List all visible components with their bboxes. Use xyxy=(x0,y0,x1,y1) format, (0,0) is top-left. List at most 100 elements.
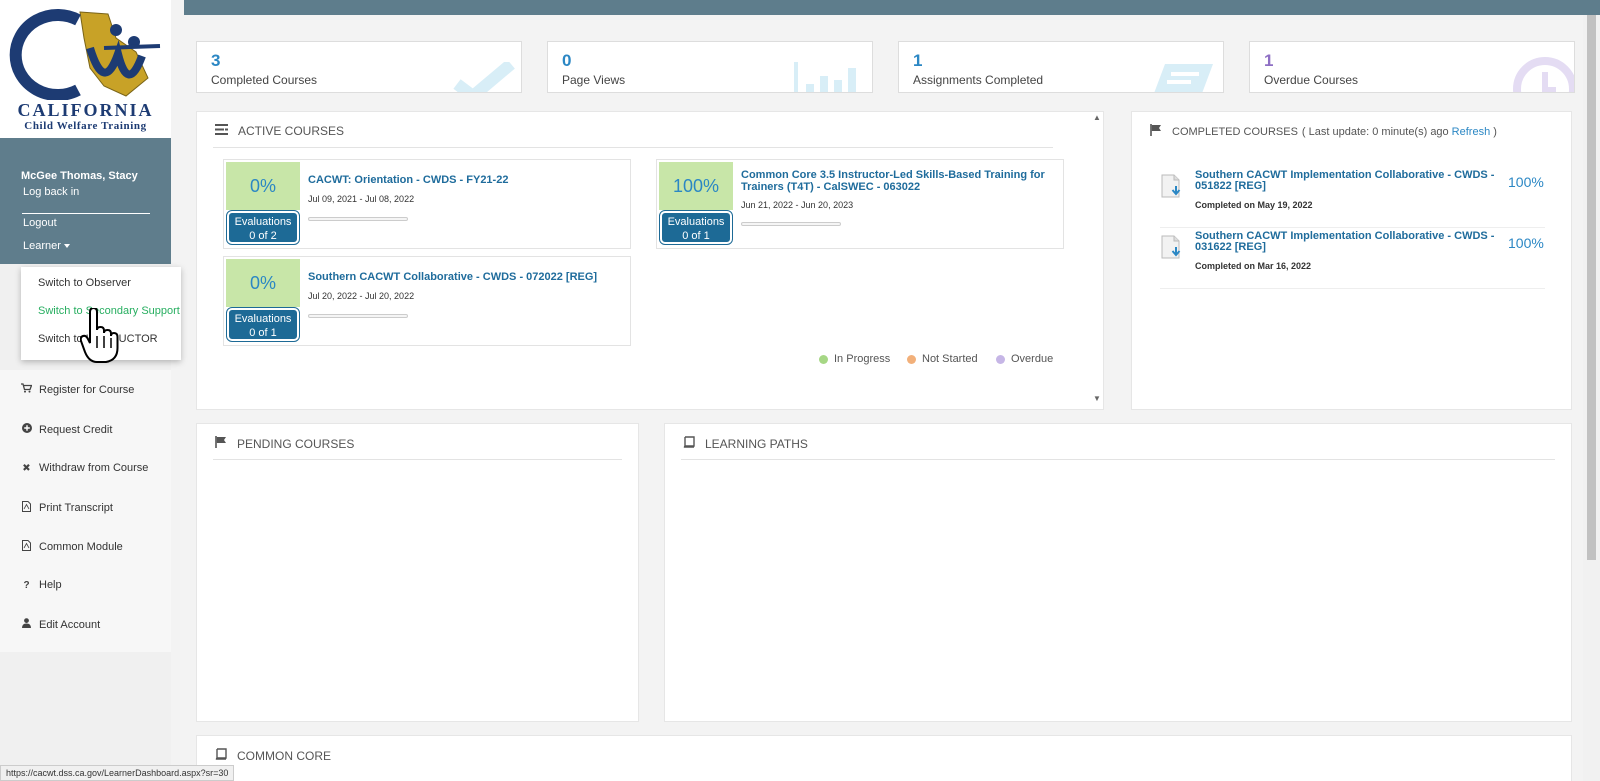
course-progress-bar xyxy=(741,222,841,226)
cwt-logo-icon xyxy=(9,9,161,100)
ticket-icon xyxy=(1154,64,1213,92)
divider xyxy=(213,147,1053,148)
last-update-close: ) xyxy=(1493,125,1497,138)
log-back-in-link[interactable]: Log back in xyxy=(23,186,79,198)
divider xyxy=(22,213,150,214)
sidebar-item-label: Print Transcript xyxy=(39,502,113,514)
panel-title: LEARNING PATHS xyxy=(705,436,808,451)
sidebar-item-edit-account[interactable]: Edit Account xyxy=(21,618,100,631)
sidebar-item-common-module[interactable]: Common Module xyxy=(21,540,123,554)
stat-label: Assignments Completed xyxy=(913,73,1044,87)
completed-date: Completed on Mar 16, 2022 xyxy=(1195,261,1312,271)
refresh-link[interactable]: Refresh xyxy=(1452,126,1491,138)
course-title-link[interactable]: CACWT: Orientation - CWDS - FY21-22 xyxy=(308,174,618,186)
sidebar-item-label: Withdraw from Course xyxy=(39,462,149,474)
panel-title: PENDING COURSES xyxy=(237,436,355,451)
times-icon: ✖ xyxy=(22,462,31,474)
sidebar-item-print-transcript[interactable]: Print Transcript xyxy=(21,501,113,515)
logo[interactable]: CALIFORNIA Child Welfare Training xyxy=(0,0,171,138)
panel-title: COMPLETED COURSES xyxy=(1172,125,1298,138)
sidebar: CALIFORNIA Child Welfare Training McGee … xyxy=(0,0,171,781)
stat-completed-courses: 3 Completed Courses xyxy=(196,41,522,93)
completed-percent: 100% xyxy=(1508,174,1544,190)
stat-assignments-completed: 1 Assignments Completed xyxy=(898,41,1224,93)
pdf-icon xyxy=(21,540,32,554)
completed-course-title[interactable]: Southern CACWT Implementation Collaborat… xyxy=(1195,231,1500,253)
course-card[interactable]: 100% Evaluations 0 of 1 Common Core 3.5 … xyxy=(656,159,1064,249)
legend-dot xyxy=(907,354,916,364)
pending-courses-panel: PENDING COURSES xyxy=(196,423,639,722)
plus-circle-icon xyxy=(21,423,32,436)
completed-course-title[interactable]: Southern CACWT Implementation Collaborat… xyxy=(1195,170,1500,192)
panel-header: COMPLETED COURSES ( Last update: 0 minut… xyxy=(1150,124,1497,139)
legend-not-started: Not Started xyxy=(907,353,978,365)
course-title-link[interactable]: Common Core 3.5 Instructor-Led Skills-Ba… xyxy=(741,169,1051,193)
course-progress-bar xyxy=(308,314,408,318)
completed-date: Completed on May 19, 2022 xyxy=(1195,200,1313,210)
panel-header: COMMON CORE xyxy=(215,748,331,763)
evaluations-label: Evaluations xyxy=(234,216,292,228)
divider xyxy=(213,459,622,460)
status-bar-url: https://cacwt.dss.ca.gov/LearnerDashboar… xyxy=(0,765,235,781)
pdf-icon xyxy=(21,501,32,515)
scroll-down-icon[interactable]: ▼ xyxy=(1093,394,1101,403)
evaluations-button[interactable]: Evaluations 0 of 2 xyxy=(226,210,300,245)
course-card[interactable]: 0% Evaluations 0 of 1 Southern CACWT Col… xyxy=(223,256,631,346)
course-progress-percent: 0% xyxy=(226,259,300,307)
stat-number: 1 xyxy=(913,51,923,70)
completed-course-item[interactable]: Southern CACWT Implementation Collaborat… xyxy=(1160,168,1545,228)
hand-cursor-icon xyxy=(80,308,119,363)
course-title-link[interactable]: Southern CACWT Collaborative - CWDS - 07… xyxy=(308,271,618,283)
evaluations-count: 0 of 2 xyxy=(249,230,277,242)
evaluations-count: 0 of 1 xyxy=(249,327,277,339)
scroll-up-icon[interactable]: ▲ xyxy=(1093,113,1101,122)
logout-link[interactable]: Logout xyxy=(23,217,57,229)
panel-title: ACTIVE COURSES xyxy=(238,124,345,138)
caret-down-icon xyxy=(63,244,70,249)
panel-header: LEARNING PATHS xyxy=(683,436,808,451)
legend-dot xyxy=(996,354,1005,364)
completed-course-item[interactable]: Southern CACWT Implementation Collaborat… xyxy=(1160,229,1545,289)
common-core-panel: COMMON CORE xyxy=(196,735,1572,781)
sidebar-item-register[interactable]: Register for Course xyxy=(21,383,134,396)
sidebar-item-label: Register for Course xyxy=(39,383,135,396)
divider xyxy=(681,459,1555,460)
course-card[interactable]: 0% Evaluations 0 of 2 CACWT: Orientation… xyxy=(223,159,631,249)
evaluations-button[interactable]: Evaluations 0 of 1 xyxy=(659,210,733,245)
sidebar-item-label: Help xyxy=(39,579,62,591)
sidebar-nav: Register for Course Request Credit ✖ Wit… xyxy=(0,370,171,652)
stat-overdue-courses: 1 Overdue Courses xyxy=(1249,41,1575,93)
sidebar-item-label: Common Module xyxy=(39,541,123,553)
list-icon xyxy=(215,124,228,138)
book-icon xyxy=(683,436,695,451)
question-icon: ? xyxy=(23,579,30,591)
top-bar xyxy=(184,0,1600,15)
stat-number: 3 xyxy=(211,51,221,70)
panel-header: ACTIVE COURSES xyxy=(215,124,344,138)
flag-icon xyxy=(1150,124,1162,139)
clock-icon xyxy=(1513,57,1574,92)
course-progress-bar xyxy=(308,217,408,221)
last-update-text: ( Last update: 0 minute(s) ago xyxy=(1301,125,1449,138)
page-scrollbar-thumb[interactable] xyxy=(1587,15,1596,560)
logo-title: CALIFORNIA xyxy=(17,100,154,120)
user-panel: McGee Thomas, Stacy Log back in Logout L… xyxy=(0,138,171,264)
evaluations-label: Evaluations xyxy=(234,313,292,325)
evaluations-button[interactable]: Evaluations 0 of 1 xyxy=(226,307,300,342)
legend-dot xyxy=(819,354,828,364)
role-dropdown-toggle[interactable]: Learner xyxy=(23,240,70,252)
bar-chart-icon xyxy=(794,62,856,92)
sidebar-item-request-credit[interactable]: Request Credit xyxy=(21,423,112,436)
course-dates: Jul 09, 2021 - Jul 08, 2022 xyxy=(308,194,415,204)
learning-paths-panel: LEARNING PATHS xyxy=(664,423,1572,722)
sidebar-item-help[interactable]: ? Help xyxy=(21,579,62,591)
sidebar-item-withdraw[interactable]: ✖ Withdraw from Course xyxy=(21,462,148,474)
cart-icon xyxy=(21,383,33,396)
stat-label: Overdue Courses xyxy=(1264,73,1359,87)
user-icon xyxy=(21,618,32,631)
menu-item-switch-observer[interactable]: Switch to Observer xyxy=(38,277,131,289)
flag-icon xyxy=(215,436,227,451)
course-dates: Jul 20, 2022 - Jul 20, 2022 xyxy=(308,291,415,301)
course-progress-percent: 100% xyxy=(659,162,733,210)
document-download-icon xyxy=(1161,235,1181,259)
